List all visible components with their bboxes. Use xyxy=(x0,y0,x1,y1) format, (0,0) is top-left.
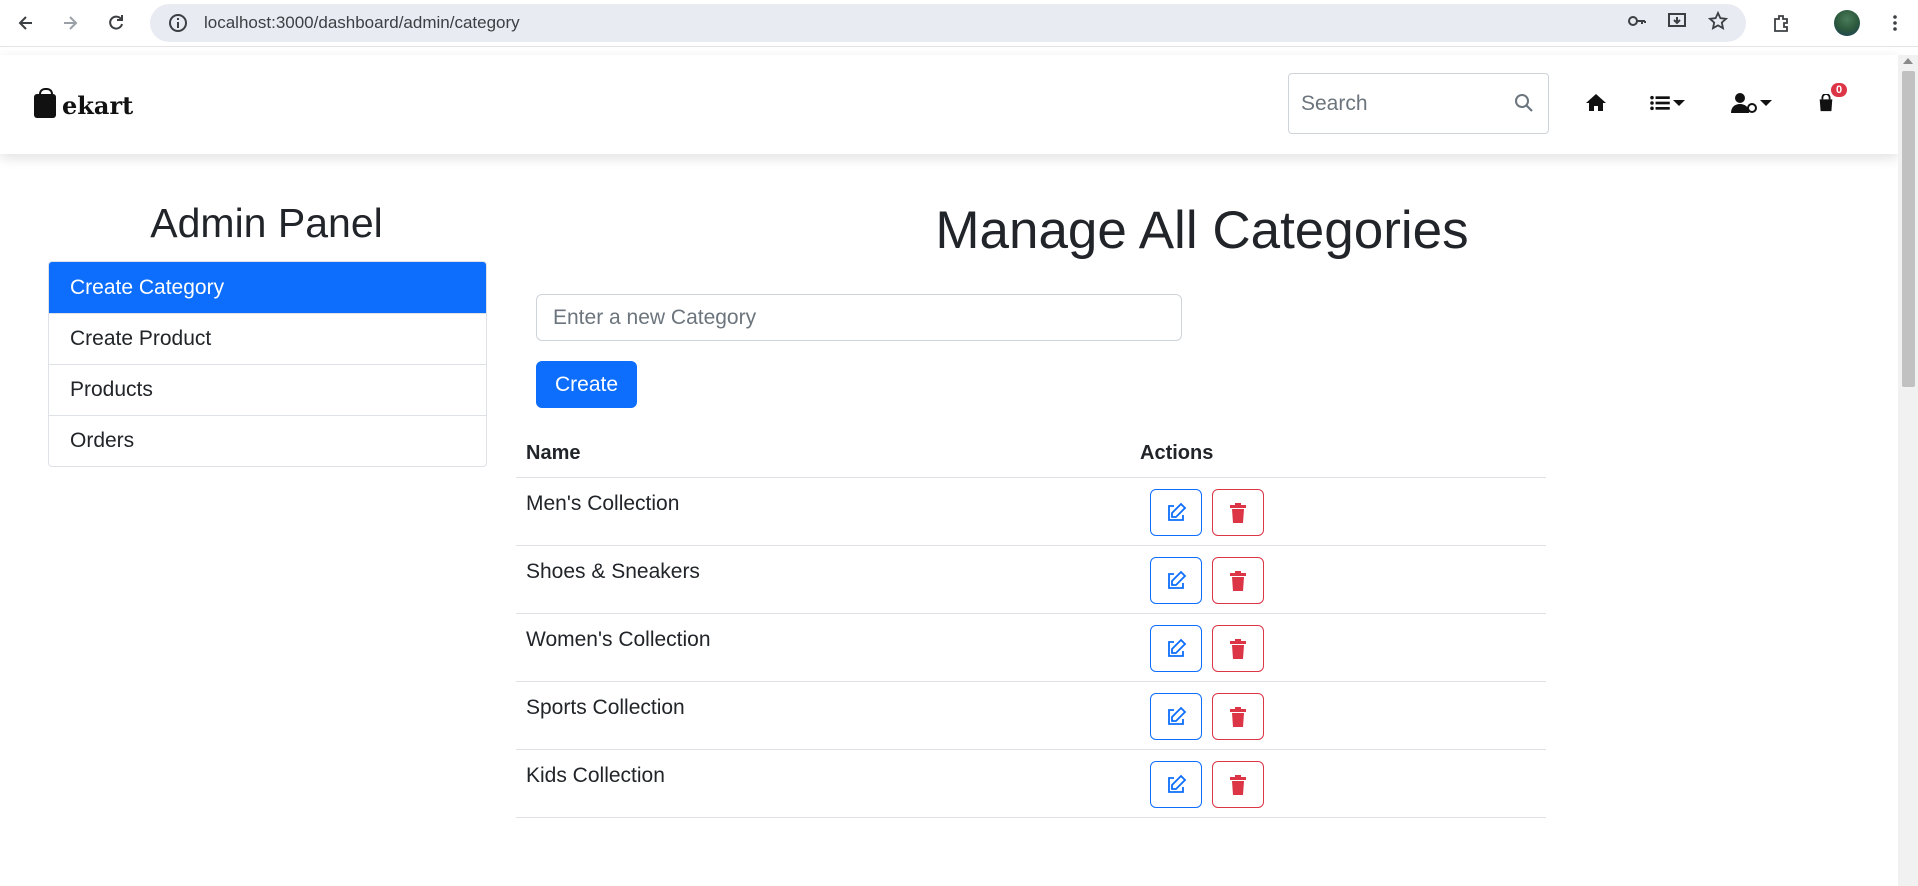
categories-table: Name Actions Men's Collection Shoes & Sn… xyxy=(516,430,1546,818)
sidebar-item-create-product[interactable]: Create Product xyxy=(49,313,486,364)
address-bar[interactable]: localhost:3000/dashboard/admin/category xyxy=(150,4,1746,42)
trash-icon xyxy=(1230,502,1246,523)
scroll-thumb[interactable] xyxy=(1902,71,1915,387)
edit-icon xyxy=(1168,638,1187,657)
browser-toolbar: localhost:3000/dashboard/admin/category xyxy=(0,0,1918,47)
create-button[interactable]: Create xyxy=(536,361,637,408)
user-gear-icon xyxy=(1731,93,1757,113)
delete-button[interactable] xyxy=(1212,489,1264,536)
reload-button[interactable] xyxy=(102,9,130,37)
edit-button[interactable] xyxy=(1150,625,1202,672)
scroll-up-icon[interactable] xyxy=(1903,58,1913,64)
url-text: localhost:3000/dashboard/admin/category xyxy=(204,13,520,32)
reload-icon xyxy=(109,15,123,30)
edit-icon xyxy=(1168,570,1187,589)
sidebar-item-products[interactable]: Products xyxy=(49,364,486,415)
trash-icon xyxy=(1230,774,1246,795)
page-title: Manage All Categories xyxy=(935,201,1469,260)
categories-dropdown[interactable] xyxy=(1650,89,1685,117)
shopping-bag-icon xyxy=(34,87,56,118)
cart-link[interactable]: 0 xyxy=(1817,83,1848,117)
edit-icon xyxy=(1168,774,1187,793)
chevron-down-icon xyxy=(1760,100,1772,106)
arrow-right-icon xyxy=(64,16,78,30)
category-name: Men's Collection xyxy=(526,492,680,515)
table-row: Kids Collection xyxy=(516,750,1546,818)
sidebar-title: Admin Panel xyxy=(150,200,383,246)
arrow-left-icon xyxy=(18,16,32,30)
chevron-down-icon xyxy=(1673,100,1685,106)
sidebar-item-orders[interactable]: Orders xyxy=(49,415,486,466)
shopping-bag-icon xyxy=(1819,94,1833,112)
page-scrollbar[interactable] xyxy=(1898,55,1918,886)
extensions-icon[interactable] xyxy=(1768,10,1794,36)
edit-button[interactable] xyxy=(1150,693,1202,740)
edit-icon xyxy=(1168,706,1187,725)
edit-button[interactable] xyxy=(1150,761,1202,808)
trash-icon xyxy=(1230,706,1246,727)
edit-button[interactable] xyxy=(1150,489,1202,536)
edit-button[interactable] xyxy=(1150,557,1202,604)
table-row: Sports Collection xyxy=(516,682,1546,750)
home-link[interactable] xyxy=(1584,89,1608,117)
bookmark-star-icon[interactable] xyxy=(1707,10,1729,32)
more-menu-icon[interactable] xyxy=(1882,10,1908,36)
profile-avatar[interactable] xyxy=(1834,10,1860,36)
back-button[interactable] xyxy=(12,9,40,37)
table-row: Shoes & Sneakers xyxy=(516,546,1546,614)
brand-name: ekart xyxy=(62,91,134,120)
table-row: Women's Collection xyxy=(516,614,1546,682)
trash-icon xyxy=(1230,638,1246,659)
site-info-icon xyxy=(169,14,187,32)
category-name: Sports Collection xyxy=(526,696,685,719)
column-header-actions: Actions xyxy=(1140,442,1214,464)
search-icon[interactable] xyxy=(1514,93,1534,113)
home-icon xyxy=(1586,94,1606,111)
password-key-icon[interactable] xyxy=(1626,10,1648,32)
delete-button[interactable] xyxy=(1212,625,1264,672)
category-name-input[interactable] xyxy=(536,294,1182,341)
category-name: Women's Collection xyxy=(526,628,711,651)
admin-menu: Create Category Create Product Products … xyxy=(48,261,487,467)
category-name: Kids Collection xyxy=(526,764,665,787)
delete-button[interactable] xyxy=(1212,761,1264,808)
table-header: Name Actions xyxy=(516,430,1546,478)
edit-icon xyxy=(1168,502,1187,521)
forward-button[interactable] xyxy=(56,9,84,37)
table-row: Men's Collection xyxy=(516,478,1546,546)
trash-icon xyxy=(1230,570,1246,591)
search-box xyxy=(1288,73,1549,134)
install-app-icon[interactable] xyxy=(1666,10,1688,32)
search-input[interactable] xyxy=(1301,91,1501,116)
list-icon xyxy=(1650,95,1670,111)
column-header-name: Name xyxy=(526,442,581,464)
category-name: Shoes & Sneakers xyxy=(526,560,700,583)
delete-button[interactable] xyxy=(1212,557,1264,604)
cart-count-badge: 0 xyxy=(1831,83,1848,97)
sidebar-item-create-category[interactable]: Create Category xyxy=(49,262,486,313)
user-dropdown[interactable] xyxy=(1731,89,1772,117)
delete-button[interactable] xyxy=(1212,693,1264,740)
brand-logo[interactable]: ekart xyxy=(34,87,134,120)
app-navbar: ekart 0 xyxy=(0,55,1898,154)
